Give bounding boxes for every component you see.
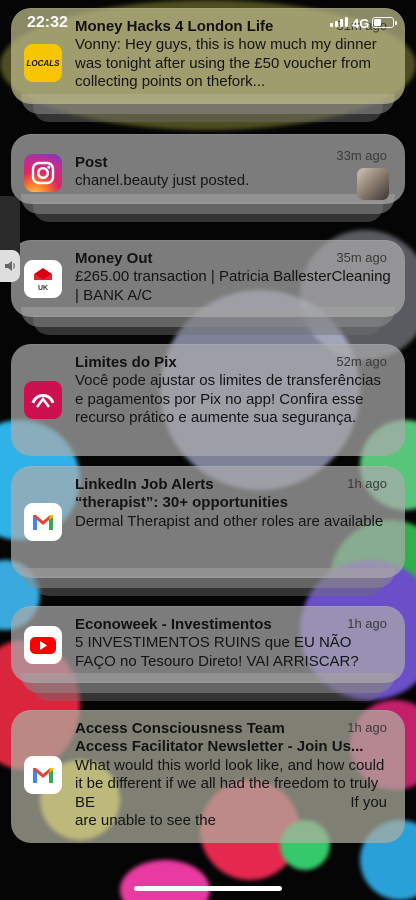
notification-body: What would this world look like, and how… [75,756,385,811]
notification-title: Access Consciousness Team [75,720,285,737]
notification-body: Você pode ajustar os limites de transfer… [75,372,381,426]
bradesco-icon [24,381,62,419]
post-thumbnail [357,168,389,200]
notification-card[interactable]: Limites do Pix 52m ago Você pode ajustar… [11,344,405,456]
notification-body-extra: If you [350,793,387,811]
gmail-icon [24,503,62,541]
notification-title: LinkedIn Job Alerts [75,476,214,493]
notification-time: 1h ago [347,476,387,491]
locals-icon-label: LOCALS [26,58,60,68]
notification-card[interactable]: Econoweek - Investimentos 1h ago 5 INVES… [11,606,405,701]
home-indicator[interactable] [134,886,282,891]
notification-time: 1h ago [347,616,387,631]
notification-subject: “therapist”: 30+ opportunities [75,494,288,511]
notification-card[interactable]: Access Consciousness Team 1h ago Access … [11,710,405,843]
hsbc-icon-label: UK [37,285,49,292]
notification-card[interactable]: Post 33m ago chanel.beauty just posted. [11,134,405,222]
battery-icon [372,17,397,28]
instagram-icon [24,154,62,192]
notification-subject: Access Facilitator Newsletter - Join Us.… [75,738,364,755]
notification-time: 35m ago [336,250,387,265]
hsbc-icon: UK [24,260,62,298]
notification-body: Vonny: Hey guys, this is how much my din… [75,36,377,90]
notification-body: £265.00 transaction | Patricia Ballester… [75,268,391,304]
notification-body: 5 INVESTIMENTOS RUINS que EU NÃO FAÇO no… [75,634,359,670]
notification-body: Dermal Therapist and other roles are ava… [75,512,384,530]
locals-app-icon: LOCALS [24,44,62,82]
gmail-icon [24,756,62,794]
cellular-signal-icon [330,17,348,27]
status-time: 22:32 [27,14,68,31]
notification-time: 1h ago [347,720,387,735]
status-bar: 22:32 4G [0,0,416,44]
notification-card[interactable]: LinkedIn Job Alerts 1h ago “therapist”: … [11,466,405,596]
notification-card[interactable]: UK Money Out 35m ago £265.00 transaction… [11,240,405,335]
notification-body-continued: are unable to see the [75,812,216,829]
notification-title: Econoweek - Investimentos [75,616,272,633]
youtube-icon [24,626,62,664]
notification-body: chanel.beauty just posted. [75,172,250,189]
speaker-icon[interactable] [0,250,20,282]
notification-time: 52m ago [336,354,387,369]
notification-time: 33m ago [336,148,387,163]
network-type: 4G [352,16,370,31]
